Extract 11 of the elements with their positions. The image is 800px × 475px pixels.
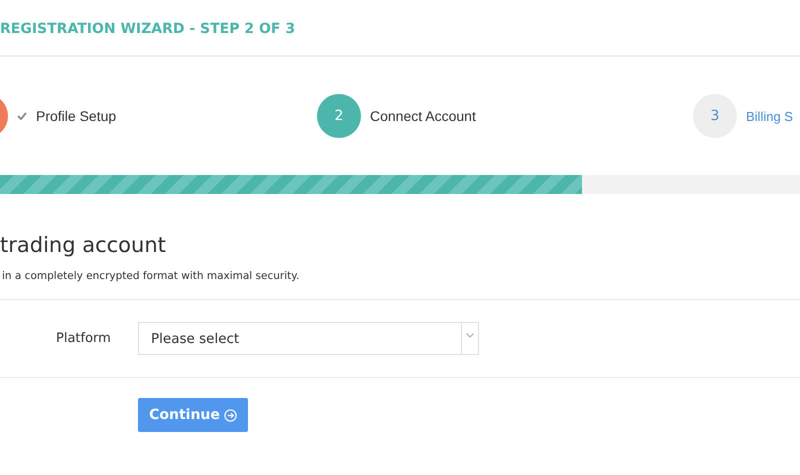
- arrow-circle-icon: [224, 408, 237, 422]
- wizard-title: REGISTRATION WIZARD - STEP 2 OF 3: [0, 20, 296, 36]
- section-description: in a completely encrypted format with maximal security.: [0, 270, 800, 300]
- step-circle: 2: [317, 94, 361, 138]
- step-label[interactable]: Profile Setup: [36, 108, 116, 124]
- field-label: Platform: [55, 331, 112, 346]
- platform-select[interactable]: Please select: [138, 322, 479, 355]
- section-heading: trading account: [0, 232, 167, 258]
- step-label[interactable]: Connect Account: [370, 108, 476, 124]
- step-circle: 3: [693, 94, 737, 138]
- check-icon: [17, 112, 27, 120]
